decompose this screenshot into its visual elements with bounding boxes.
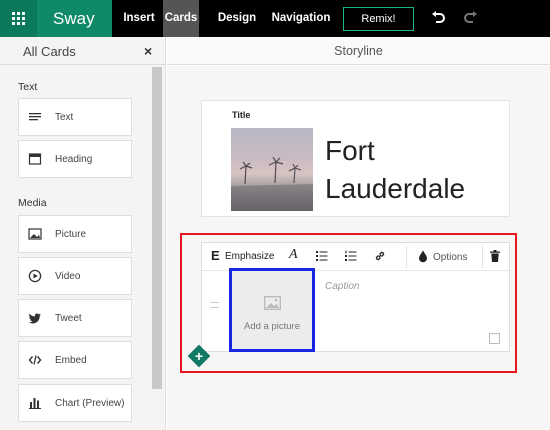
card-item-picture[interactable]: Picture [18,215,132,253]
story-title-line-2: Lauderdale [325,173,466,204]
bullet-list-icon[interactable] [316,250,328,262]
text-lines-icon [29,113,41,121]
storyline-header: Storyline [167,37,550,65]
text-style-button[interactable]: E [211,248,220,263]
title-card-label: Title [232,110,251,120]
all-cards-panel: All Cards × Text Text Heading Media Pict… [0,37,166,430]
story-title-heading[interactable]: Fort Lauderdale [325,132,465,208]
tab-design[interactable]: Design [214,0,260,37]
card-item-label: Heading [55,154,93,165]
title-card-image[interactable] [231,128,313,211]
app-name: Sway [37,0,112,37]
app-launcher-icon [12,12,25,25]
undo-icon[interactable] [429,9,447,27]
panel-scrollbar[interactable] [152,67,162,389]
all-cards-header: All Cards × [0,37,166,65]
card-item-text[interactable]: Text [18,98,132,136]
toolbar-divider [482,246,483,268]
caption-field[interactable]: Caption [325,281,359,292]
twitter-bird-icon [28,313,41,324]
bar-chart-icon [29,398,41,409]
card-item-label: Text [55,112,74,123]
card-checkbox[interactable] [489,333,500,344]
toolbar-divider [406,246,407,268]
card-item-label: Picture [55,229,87,240]
card-item-video[interactable]: Video [18,257,132,295]
remix-button[interactable]: Remix! [343,7,414,31]
droplet-icon[interactable] [418,250,428,263]
picture-placeholder-icon [264,296,281,310]
all-cards-title: All Cards [23,44,76,59]
card-item-chart[interactable]: Chart (Preview) [18,384,132,422]
story-title-line-1: Fort [325,135,375,166]
redo-icon[interactable] [462,9,480,27]
add-picture-placeholder[interactable]: Add a picture [229,268,315,352]
app-launcher-button[interactable] [0,0,37,37]
card-item-embed[interactable]: Embed [18,341,132,379]
tab-insert[interactable]: Insert [115,0,163,37]
embed-code-icon [28,355,42,365]
trash-icon[interactable] [490,250,500,262]
add-picture-label: Add a picture [244,321,300,332]
plus-icon: + [194,348,204,364]
card-item-label: Tweet [55,313,82,324]
storyline-title: Storyline [334,44,383,58]
italic-accent-button[interactable]: A [289,247,298,263]
link-icon[interactable] [374,250,386,262]
section-label-media: Media [18,197,47,209]
close-panel-button[interactable]: × [144,43,152,59]
options-button[interactable]: Options [433,252,467,263]
card-item-tweet[interactable]: Tweet [18,299,132,337]
emphasize-button[interactable]: Emphasize [225,251,274,262]
numbered-list-icon[interactable] [345,250,357,262]
tab-cards[interactable]: Cards [163,0,199,37]
top-bar: Sway Insert Cards Design Navigation Remi… [0,0,550,37]
video-play-icon [28,269,42,283]
heading-icon [28,153,42,165]
card-item-label: Video [55,271,81,282]
tab-navigation[interactable]: Navigation [268,0,334,37]
card-item-label: Chart (Preview) [55,398,125,409]
card-item-heading[interactable]: Heading [18,140,132,178]
palm-trees-photo [231,156,313,211]
card-toolbar: E Emphasize A Options [202,243,509,271]
drag-handle[interactable] [210,302,219,308]
picture-icon [28,228,42,240]
section-label-text: Text [18,81,38,93]
card-item-label: Embed [55,355,87,366]
title-card[interactable]: Title Fort Lauderdale [201,100,510,217]
